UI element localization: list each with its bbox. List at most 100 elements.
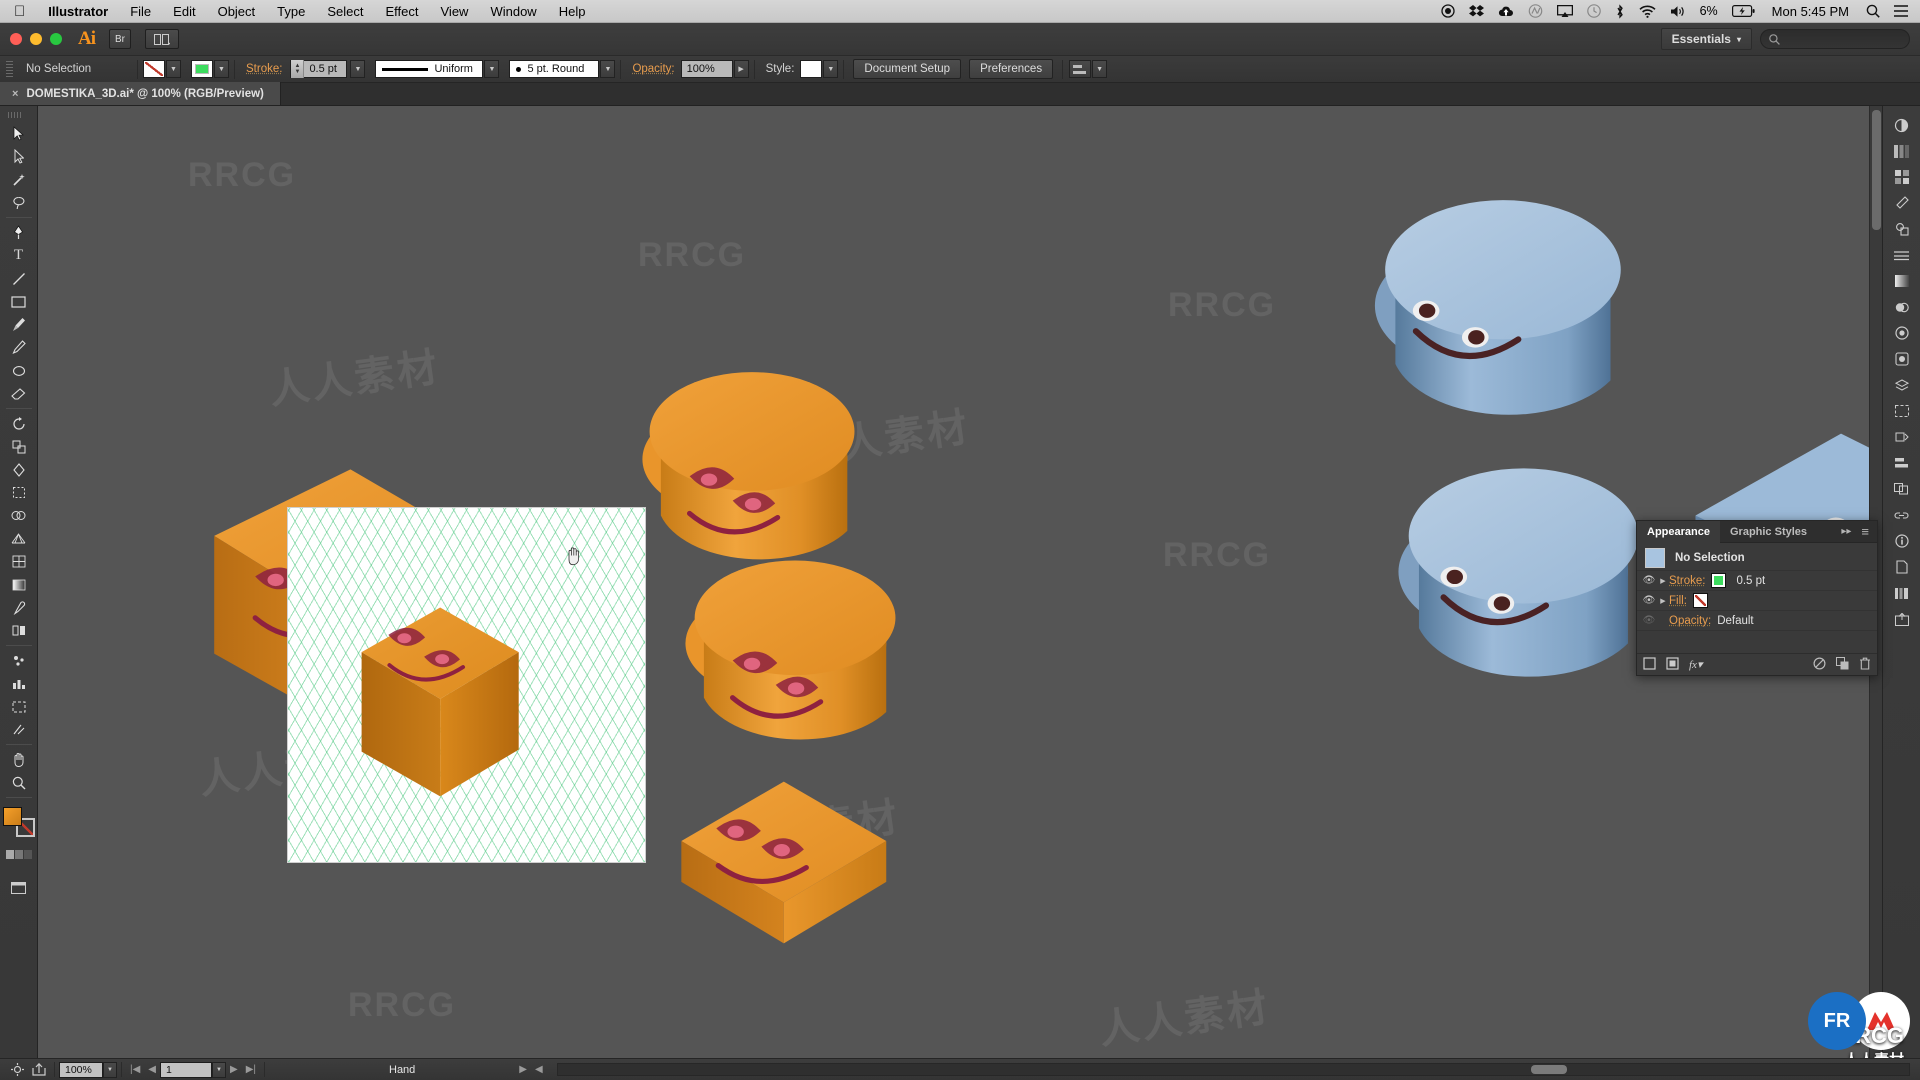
visibility-eye-icon[interactable]: 👁 bbox=[1641, 595, 1657, 606]
graphic-style-dropdown[interactable]: ▼ bbox=[823, 60, 839, 78]
type-tool[interactable]: T bbox=[4, 244, 34, 267]
volume-icon[interactable] bbox=[1663, 0, 1693, 23]
menu-effect[interactable]: Effect bbox=[374, 4, 429, 19]
stroke-weight-field[interactable]: ▲ ▼ 0.5 pt bbox=[290, 60, 348, 78]
scrollbar-thumb[interactable] bbox=[1872, 110, 1881, 230]
brushes-panel-icon[interactable] bbox=[1887, 190, 1917, 216]
creative-cloud-icon[interactable] bbox=[1521, 0, 1550, 23]
minimize-window-button[interactable] bbox=[30, 33, 42, 45]
rectangle-tool[interactable] bbox=[4, 290, 34, 313]
bluetooth-icon[interactable] bbox=[1608, 0, 1632, 23]
add-new-fill-icon[interactable] bbox=[1666, 656, 1679, 673]
eraser-tool[interactable] bbox=[4, 382, 34, 405]
opacity-dropdown[interactable]: ▶ bbox=[733, 60, 749, 78]
document-setup-button[interactable]: Document Setup bbox=[853, 59, 962, 79]
symbol-sprayer-tool[interactable] bbox=[4, 649, 34, 672]
orange-slab[interactable] bbox=[681, 781, 887, 944]
menu-type[interactable]: Type bbox=[266, 4, 316, 19]
graphic-style-swatch[interactable] bbox=[800, 60, 823, 78]
selection-tool[interactable] bbox=[4, 122, 34, 145]
fill-dropdown-button[interactable]: ▼ bbox=[166, 60, 181, 78]
shape-builder-tool[interactable] bbox=[4, 504, 34, 527]
mesh-tool[interactable] bbox=[4, 550, 34, 573]
stroke-weight-value[interactable]: 0.5 pt bbox=[1736, 575, 1765, 587]
artboard-artwork[interactable] bbox=[288, 508, 645, 862]
pencil-tool[interactable] bbox=[4, 336, 34, 359]
width-tool[interactable] bbox=[4, 458, 34, 481]
expand-triangle-icon[interactable]: ▶ bbox=[1657, 577, 1669, 585]
panel-menu-icon[interactable]: ≡ bbox=[1856, 524, 1877, 539]
asset-export-icon[interactable] bbox=[1887, 606, 1917, 632]
blob-brush-tool[interactable] bbox=[4, 359, 34, 382]
menu-select[interactable]: Select bbox=[316, 4, 374, 19]
orange-cylinder-top[interactable] bbox=[642, 372, 855, 560]
record-icon[interactable] bbox=[1434, 0, 1462, 23]
airplay-icon[interactable] bbox=[1550, 0, 1580, 23]
stroke-panel-icon[interactable] bbox=[1887, 242, 1917, 268]
info-panel-icon[interactable] bbox=[1887, 528, 1917, 554]
tab-appearance[interactable]: Appearance bbox=[1637, 520, 1720, 543]
stroke-weight-dropdown[interactable]: ▼ bbox=[350, 60, 366, 78]
gear-icon[interactable] bbox=[6, 1062, 28, 1078]
align-panel-icon[interactable] bbox=[1887, 450, 1917, 476]
rotate-tool[interactable] bbox=[4, 412, 34, 435]
visibility-eye-icon[interactable]: 👁 bbox=[1641, 615, 1657, 626]
scroll-left-button[interactable]: ◀ bbox=[531, 1064, 547, 1075]
opacity-row-label[interactable]: Opacity: bbox=[1669, 615, 1711, 627]
tab-graphic-styles[interactable]: Graphic Styles bbox=[1720, 521, 1817, 543]
zoom-level-field[interactable]: 100% bbox=[59, 1061, 103, 1078]
appearance-panel-icon[interactable] bbox=[1887, 320, 1917, 346]
add-new-effect-icon[interactable]: fx▾ bbox=[1689, 658, 1702, 671]
artboard-tool[interactable] bbox=[4, 695, 34, 718]
align-options-dropdown[interactable]: ▼ bbox=[1092, 60, 1108, 78]
swatches-panel-icon[interactable] bbox=[1887, 164, 1917, 190]
symbols-panel-icon[interactable] bbox=[1887, 216, 1917, 242]
horizontal-scrollbar[interactable] bbox=[556, 1063, 1910, 1076]
stroke-color-swatch[interactable] bbox=[1711, 573, 1727, 588]
gradient-tool[interactable] bbox=[4, 573, 34, 596]
artboard-number-field[interactable]: 1 bbox=[160, 1061, 212, 1078]
current-tool-indicator[interactable]: Hand bbox=[269, 1064, 415, 1076]
collapse-panel-icon[interactable]: ▸▸ bbox=[1836, 526, 1856, 537]
slice-tool[interactable] bbox=[4, 718, 34, 741]
document-canvas[interactable]: 人人素材 RRCG 人人素材 RRCG RRCG 人人素材 人人素材 RRCG … bbox=[38, 106, 1882, 1058]
menu-view[interactable]: View bbox=[430, 4, 480, 19]
zoom-level-dropdown[interactable]: ▼ bbox=[103, 1061, 117, 1078]
last-artboard-button[interactable]: ▶| bbox=[242, 1064, 260, 1075]
arrange-documents-button[interactable] bbox=[145, 29, 179, 49]
stroke-dropdown-button[interactable]: ▼ bbox=[214, 60, 229, 78]
perspective-grid-tool[interactable] bbox=[4, 527, 34, 550]
stroke-profile-combo[interactable]: Uniform bbox=[375, 60, 484, 78]
workspace-switcher[interactable]: Essentials ▾ bbox=[1660, 28, 1752, 50]
menu-object[interactable]: Object bbox=[207, 4, 267, 19]
appearance-row-fill[interactable]: 👁 ▶ Fill: bbox=[1637, 591, 1877, 611]
stroke-row-label[interactable]: Stroke: bbox=[1669, 575, 1705, 587]
menu-clock[interactable]: Mon 5:45 PM bbox=[1762, 4, 1859, 19]
window-controls[interactable] bbox=[0, 33, 62, 45]
scale-tool[interactable] bbox=[4, 435, 34, 458]
wifi-icon[interactable] bbox=[1632, 0, 1663, 23]
clear-appearance-icon[interactable] bbox=[1813, 656, 1826, 673]
artboards-panel-icon[interactable] bbox=[1887, 398, 1917, 424]
eyedropper-tool[interactable] bbox=[4, 596, 34, 619]
orange-cylinder-mid[interactable] bbox=[685, 560, 896, 740]
bridge-button[interactable]: Br bbox=[109, 29, 131, 49]
visibility-eye-icon[interactable]: 👁 bbox=[1641, 575, 1657, 586]
color-panel-icon[interactable] bbox=[1887, 112, 1917, 138]
fill-swatch-button[interactable] bbox=[143, 60, 165, 78]
menu-illustrator[interactable]: Illustrator bbox=[37, 4, 119, 19]
notification-center-icon[interactable] bbox=[1887, 0, 1920, 23]
opacity-value-field[interactable]: 100% bbox=[680, 60, 733, 78]
color-mode-buttons[interactable] bbox=[4, 843, 34, 866]
stroke-weight-stepper[interactable]: ▲ ▼ bbox=[291, 60, 305, 78]
spotlight-search-icon[interactable] bbox=[1859, 0, 1887, 23]
appearance-row-stroke[interactable]: 👁 ▶ Stroke: 0.5 pt bbox=[1637, 571, 1877, 591]
control-bar-grip[interactable] bbox=[6, 61, 13, 77]
brush-definition-dropdown[interactable]: ▼ bbox=[600, 60, 616, 78]
hand-tool[interactable] bbox=[4, 748, 34, 771]
menu-edit[interactable]: Edit bbox=[162, 4, 206, 19]
delete-item-icon[interactable] bbox=[1859, 657, 1871, 673]
direct-selection-tool[interactable] bbox=[4, 145, 34, 168]
first-artboard-button[interactable]: |◀ bbox=[126, 1064, 144, 1075]
screen-mode-button[interactable] bbox=[4, 876, 34, 899]
